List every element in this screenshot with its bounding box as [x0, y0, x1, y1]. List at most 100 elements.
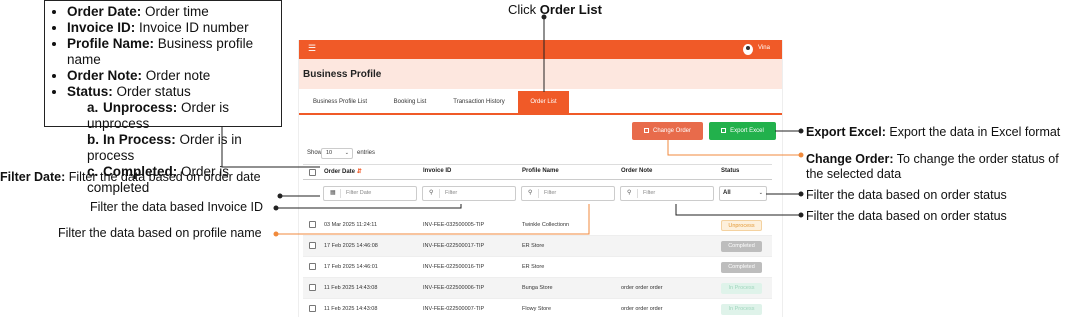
- annotation-bold: Export Excel:: [806, 125, 886, 139]
- table-row[interactable]: 17 Feb 2025 14:46:08 INV-FEE-022500017-T…: [303, 236, 772, 257]
- caption-prefix: Click: [508, 2, 540, 17]
- tab-bar: Business Profile List Booking List Trans…: [299, 91, 782, 115]
- table-row[interactable]: 11 Feb 2025 14:43:08 INV-FEE-022500006-T…: [303, 278, 772, 299]
- column-header-invoice-id: Invoice ID: [423, 168, 452, 174]
- cell-order-date: 17 Feb 2025 14:46:01: [324, 264, 378, 270]
- row-checkbox[interactable]: [309, 221, 316, 228]
- change-order-label: Change Order: [652, 128, 692, 134]
- row-checkbox[interactable]: [309, 242, 316, 249]
- connector-dot: [798, 128, 804, 134]
- divider: [637, 189, 638, 198]
- tab-booking-list[interactable]: Booking List: [385, 91, 435, 113]
- filter-placeholder: Filter: [445, 190, 458, 196]
- filter-placeholder: Filter: [544, 190, 557, 196]
- row-checkbox[interactable]: [309, 284, 316, 291]
- status-badge: Completed: [721, 241, 762, 252]
- filter-invoice-input[interactable]: ⚲ Filter: [422, 186, 516, 201]
- table-row[interactable]: 17 Feb 2025 14:46:01 INV-FEE-022500016-T…: [303, 257, 772, 278]
- cell-order-date: 03 Mar 2025 11:24:11: [324, 222, 378, 228]
- annotation-filter-profile: Filter the data based on profile name: [58, 226, 262, 240]
- legend-item-order-date: Order Date: Order time: [67, 4, 281, 20]
- annotation-export-excel: Export Excel: Export the data in Excel f…: [806, 125, 1060, 139]
- filter-profile-input[interactable]: ⚲ Filter: [521, 186, 615, 201]
- cell-invoice-id: INV-FEE-022500007-TIP: [423, 306, 485, 312]
- divider: [538, 189, 539, 198]
- legend-term: Order Date:: [67, 4, 142, 19]
- annotation-filter-date: Filter Date: Filter the data based on or…: [0, 170, 261, 184]
- cell-profile-name: Bunga Store: [522, 285, 553, 291]
- app-window: ☰ Vina Business Profile Business Profile…: [298, 40, 783, 317]
- search-icon: ⚲: [627, 190, 632, 196]
- annotation-text: Export the data in Excel format: [885, 125, 1061, 139]
- cell-order-date: 17 Feb 2025 14:46:08: [324, 243, 378, 249]
- filter-placeholder: Filter Date: [346, 190, 372, 196]
- tab-business-profile-list[interactable]: Business Profile List: [305, 91, 375, 113]
- legend-term: Unprocess:: [103, 100, 178, 115]
- column-header-profile-name: Profile Name: [522, 168, 559, 174]
- search-icon: ⚲: [429, 190, 434, 196]
- column-header-order-date[interactable]: Order Date ⇵: [324, 168, 362, 175]
- column-header-status: Status: [721, 168, 740, 174]
- connector-dot: [273, 205, 279, 211]
- divider: [439, 189, 440, 198]
- page-header: Business Profile: [299, 59, 782, 89]
- calendar-icon: ▦: [330, 190, 336, 196]
- sort-icon[interactable]: ⇵: [357, 169, 362, 175]
- user-name[interactable]: Vina: [758, 45, 770, 51]
- filter-status-select[interactable]: All ⌄: [719, 186, 767, 201]
- connector-dot: [798, 191, 804, 197]
- legend-item-order-note: Order Note: Order note: [67, 68, 281, 84]
- cell-order-date: 11 Feb 2025 14:43:08: [324, 285, 378, 291]
- cell-profile-name: Flowy Store: [522, 306, 552, 312]
- tab-transaction-history[interactable]: Transaction History: [447, 91, 511, 113]
- annotation-bold: Filter Date:: [0, 170, 66, 184]
- table-row[interactable]: 03 Mar 2025 11:24:11 INV-FEE-032500005-T…: [303, 215, 772, 236]
- search-icon: ⚲: [528, 190, 533, 196]
- legend-term: Order Note:: [67, 68, 143, 83]
- connector-dot: [273, 231, 279, 237]
- export-excel-button[interactable]: Export Excel: [709, 122, 776, 140]
- hamburger-menu-icon[interactable]: ☰: [308, 43, 316, 54]
- user-avatar-icon[interactable]: [743, 44, 753, 55]
- annotation-bold: Change Order:: [806, 152, 894, 166]
- entries-label: entries: [357, 150, 376, 156]
- caption-bold: Order List: [539, 2, 602, 17]
- entries-value: 10: [326, 150, 333, 156]
- tab-order-list[interactable]: Order List: [518, 91, 569, 113]
- legend-item-profile-name: Profile Name: Business profile name: [67, 36, 281, 68]
- legend-item-invoice-id: Invoice ID: Invoice ID number: [67, 20, 281, 36]
- cell-profile-name: ER Store: [522, 264, 545, 270]
- row-checkbox[interactable]: [309, 263, 316, 270]
- change-order-button[interactable]: Change Order: [632, 122, 703, 140]
- status-badge: Completed: [721, 262, 762, 273]
- select-all-checkbox[interactable]: [309, 169, 316, 176]
- chevron-down-icon: ⌄: [344, 150, 349, 156]
- cell-order-note: order order order: [621, 306, 663, 312]
- table-row[interactable]: 11 Feb 2025 14:43:08 INV-FEE-022500007-T…: [303, 299, 772, 317]
- legend-desc: Order status: [112, 84, 191, 99]
- cell-profile-name: ER Store: [522, 243, 545, 249]
- caption-click-order-list: Click Order List: [508, 2, 602, 17]
- annotation-change-order-line2: the selected data: [806, 167, 902, 181]
- entries-select[interactable]: 10 ⌄: [321, 148, 353, 159]
- column-header-order-note: Order Note: [621, 168, 653, 174]
- connector-dot: [798, 212, 804, 218]
- show-label: Show: [307, 150, 323, 156]
- edit-icon: [643, 127, 649, 133]
- annotation-filter-invoice: Filter the data based Invoice ID: [90, 200, 264, 214]
- legend-box: Order Date: Order time Invoice ID: Invoi…: [44, 0, 282, 195]
- row-checkbox[interactable]: [309, 305, 316, 312]
- status-select-value: All: [723, 190, 731, 196]
- cell-invoice-id: INV-FEE-032500005-TIP: [423, 222, 485, 228]
- cell-order-note: order order order: [621, 285, 663, 291]
- page-title: Business Profile: [303, 69, 382, 80]
- legend-marker: b.: [87, 132, 99, 147]
- annotation-filter-status-2: Filter the data based on order status: [806, 209, 1007, 223]
- legend-marker: a.: [87, 100, 99, 115]
- top-bar: ☰ Vina: [299, 40, 782, 59]
- excel-icon: [721, 127, 727, 133]
- filter-note-input[interactable]: ⚲ Filter: [620, 186, 714, 201]
- annotation-change-order: Change Order: To change the order status…: [806, 152, 1059, 166]
- cell-invoice-id: INV-FEE-022500006-TIP: [423, 285, 485, 291]
- filter-date-input[interactable]: ▦ Filter Date: [323, 186, 417, 201]
